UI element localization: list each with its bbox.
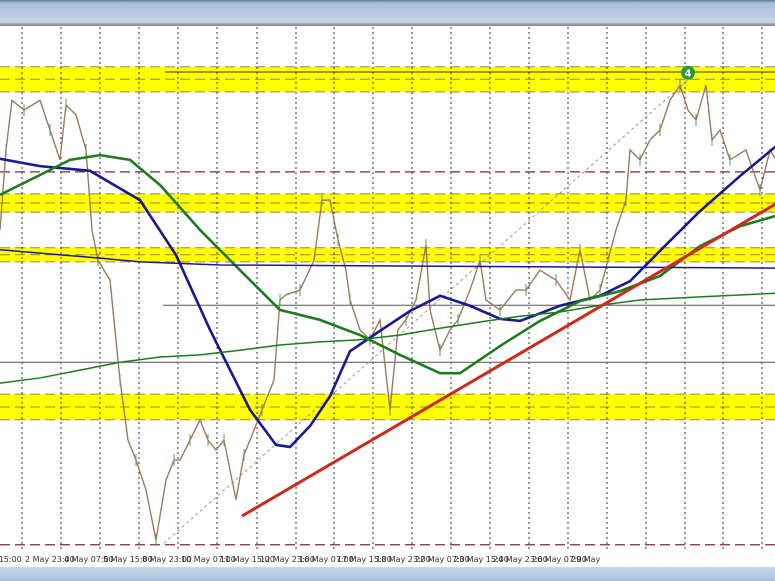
- dotted-projection-line: [163, 79, 689, 544]
- time-axis: 1 May 15:002 May 23:004 May 07:005 May 1…: [0, 550, 775, 566]
- support-resistance-band: [0, 66, 775, 92]
- x-tick-label: 1 May 15:00: [0, 555, 22, 564]
- price-line: [0, 83, 775, 541]
- support-resistance-band: [0, 394, 775, 420]
- status-bar: [0, 567, 775, 581]
- x-tick-label: 29 May: [571, 555, 601, 564]
- support-resistance-band: [0, 193, 775, 213]
- marker-label: 4: [685, 69, 692, 80]
- price-chart: 4: [0, 27, 775, 550]
